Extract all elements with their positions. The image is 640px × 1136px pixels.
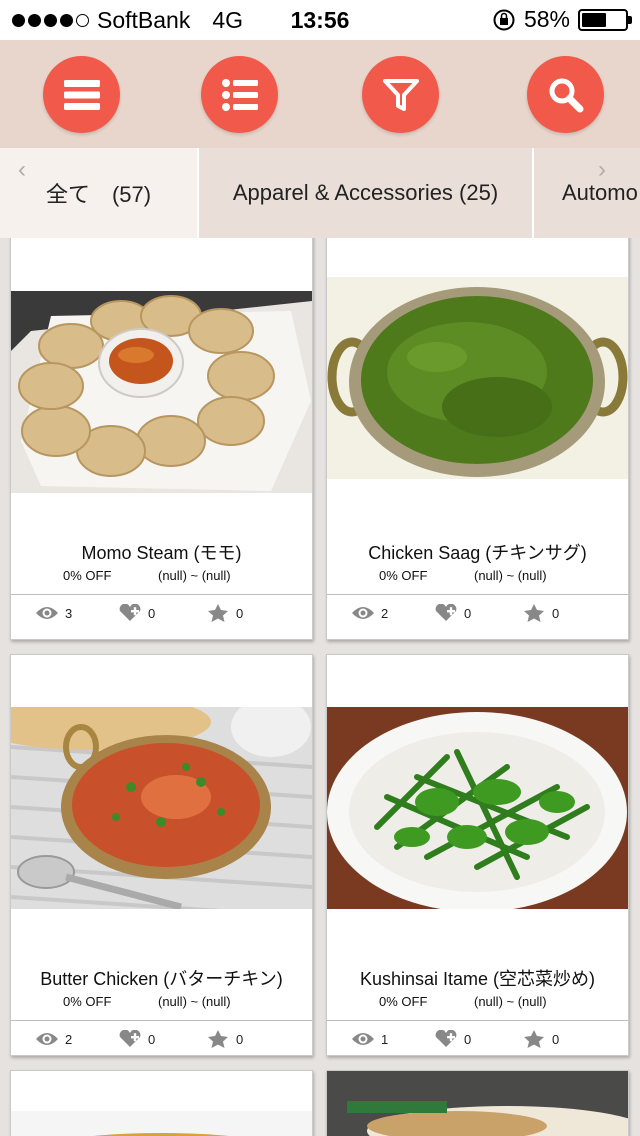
battery-icon bbox=[578, 8, 632, 31]
favorites-count: 0 bbox=[552, 605, 560, 621]
search-button[interactable] bbox=[527, 56, 604, 133]
price-range: (null) ~ (null) bbox=[474, 568, 547, 583]
product-card[interactable]: Butter Chicken (バターチキン) 0% OFF (null) ~ … bbox=[10, 654, 313, 1056]
star-icon bbox=[208, 1030, 228, 1048]
product-card[interactable]: Chicken Saag (チキンサグ) 0% OFF (null) ~ (nu… bbox=[326, 238, 629, 640]
product-image-butter-chicken bbox=[11, 707, 312, 909]
discount-label: 0% OFF bbox=[63, 568, 112, 583]
list-view-button[interactable] bbox=[201, 56, 278, 133]
product-stats: 3 0 0 bbox=[11, 594, 312, 630]
tab-automotive[interactable]: Automo bbox=[534, 148, 640, 238]
likes-count: 0 bbox=[464, 605, 472, 621]
eye-icon bbox=[352, 607, 374, 619]
search-icon bbox=[549, 78, 583, 112]
favorites-count: 0 bbox=[236, 605, 244, 621]
chevron-right-icon[interactable]: › bbox=[598, 156, 606, 184]
views-count: 1 bbox=[381, 1031, 389, 1047]
heart-plus-icon bbox=[119, 604, 141, 621]
heart-plus-icon bbox=[435, 1030, 457, 1047]
product-card[interactable]: Kushinsai Itame (空芯菜炒め) 0% OFF (null) ~ … bbox=[326, 654, 629, 1056]
views-stat: 1 bbox=[351, 1030, 388, 1048]
favorites-count: 0 bbox=[552, 1031, 560, 1047]
eye-icon bbox=[36, 607, 58, 619]
tab-apparel-accessories[interactable]: Apparel & Accessories (25) bbox=[199, 148, 532, 238]
likes-count: 0 bbox=[148, 1031, 156, 1047]
views-stat: 2 bbox=[351, 604, 388, 622]
price-range: (null) ~ (null) bbox=[474, 994, 547, 1009]
favorites-stat[interactable]: 0 bbox=[522, 604, 559, 622]
product-image-kushinsai bbox=[327, 707, 628, 909]
product-card[interactable]: Momo Steam (モモ) 0% OFF (null) ~ (null) 3… bbox=[10, 238, 313, 640]
discount-label: 0% OFF bbox=[379, 568, 428, 583]
category-tabs: 全て (57) Apparel & Accessories (25) Autom… bbox=[0, 148, 640, 238]
status-bar: SoftBank 4G 13:56 58% bbox=[0, 0, 640, 40]
product-name: Kushinsai Itame (空芯菜炒め) bbox=[359, 969, 596, 989]
product-image-partial bbox=[11, 1111, 312, 1136]
tab-all-label: 全て (57) bbox=[45, 182, 152, 207]
product-card[interactable] bbox=[10, 1070, 313, 1136]
heart-plus-icon bbox=[435, 604, 457, 621]
views-count: 3 bbox=[65, 605, 73, 621]
favorites-count: 0 bbox=[236, 1031, 244, 1047]
favorites-stat[interactable]: 0 bbox=[206, 604, 243, 622]
product-image-partial bbox=[327, 1071, 628, 1136]
star-icon bbox=[524, 604, 544, 622]
tab-apparel-label: Apparel & Accessories (25) bbox=[232, 180, 499, 205]
views-count: 2 bbox=[381, 605, 389, 621]
rotation-lock-icon bbox=[493, 9, 515, 30]
views-stat: 2 bbox=[35, 1030, 72, 1048]
star-icon bbox=[524, 1030, 544, 1048]
menu-button[interactable] bbox=[43, 56, 120, 133]
product-image-chicken-saag bbox=[327, 277, 628, 479]
likes-stat[interactable]: 0 bbox=[434, 1030, 471, 1048]
likes-stat[interactable]: 0 bbox=[118, 604, 155, 622]
toolbar bbox=[0, 40, 640, 148]
product-stats: 2 0 0 bbox=[327, 594, 628, 630]
battery-percent: 58% bbox=[523, 6, 570, 32]
product-grid: Momo Steam (モモ) 0% OFF (null) ~ (null) 3… bbox=[0, 238, 640, 1136]
discount-label: 0% OFF bbox=[379, 994, 428, 1009]
product-name: Butter Chicken (バターチキン) bbox=[40, 969, 283, 989]
product-stats: 1 0 0 bbox=[327, 1020, 628, 1056]
likes-count: 0 bbox=[464, 1031, 472, 1047]
eye-icon bbox=[352, 1033, 374, 1045]
filter-icon bbox=[382, 78, 419, 111]
views-stat: 3 bbox=[35, 604, 72, 622]
star-icon bbox=[208, 604, 228, 622]
list-icon bbox=[221, 78, 258, 111]
price-range: (null) ~ (null) bbox=[158, 568, 231, 583]
chevron-left-icon[interactable]: ‹ bbox=[18, 156, 26, 184]
likes-count: 0 bbox=[148, 605, 156, 621]
likes-stat[interactable]: 0 bbox=[118, 1030, 155, 1048]
product-card[interactable] bbox=[326, 1070, 629, 1136]
discount-label: 0% OFF bbox=[63, 994, 112, 1009]
heart-plus-icon bbox=[119, 1030, 141, 1047]
favorites-stat[interactable]: 0 bbox=[206, 1030, 243, 1048]
product-name: Momo Steam (モモ) bbox=[81, 543, 242, 563]
eye-icon bbox=[36, 1033, 58, 1045]
views-count: 2 bbox=[65, 1031, 73, 1047]
likes-stat[interactable]: 0 bbox=[434, 604, 471, 622]
filter-button[interactable] bbox=[362, 56, 439, 133]
product-image-momo bbox=[11, 291, 312, 493]
price-range: (null) ~ (null) bbox=[158, 994, 231, 1009]
product-name: Chicken Saag (チキンサグ) bbox=[368, 543, 587, 563]
tab-all[interactable]: 全て (57) bbox=[0, 148, 197, 238]
favorites-stat[interactable]: 0 bbox=[522, 1030, 559, 1048]
product-stats: 2 0 0 bbox=[11, 1020, 312, 1056]
menu-icon bbox=[63, 79, 100, 110]
